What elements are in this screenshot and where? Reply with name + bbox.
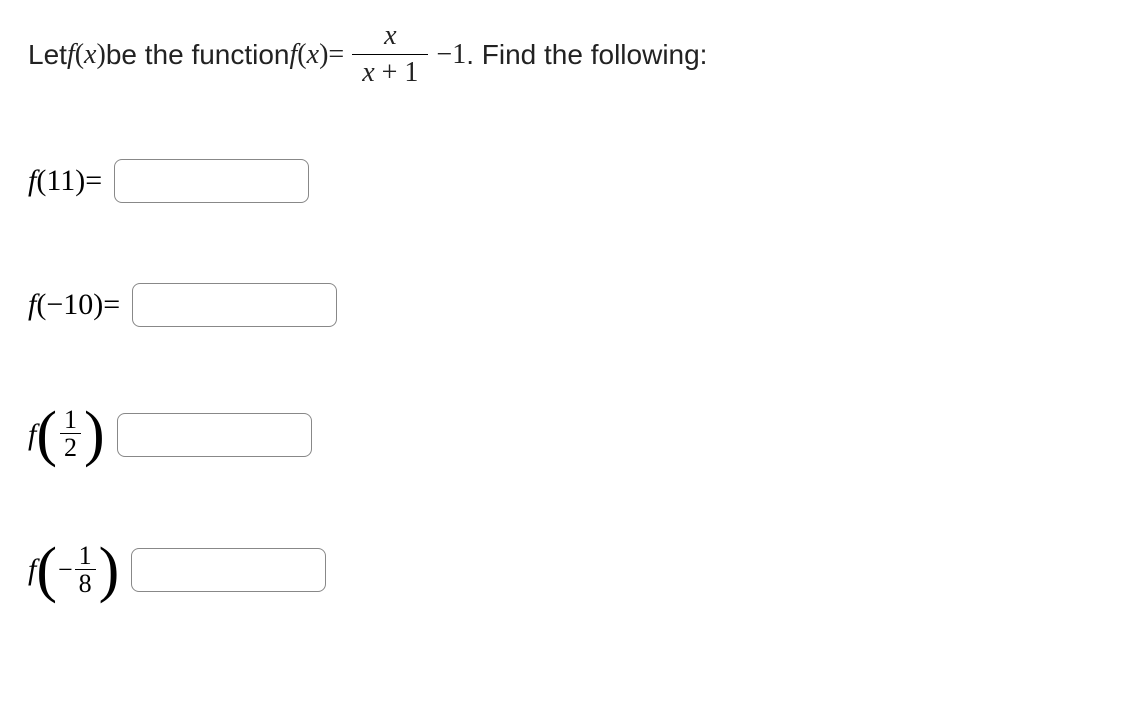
problem-statement: Let f(x) be the function f(x) = x x + 1 …	[28, 20, 1108, 89]
answer-input-2[interactable]	[132, 283, 337, 327]
intro-suffix: . Find the following:	[466, 39, 707, 71]
question-2-label: f( − 10) =	[28, 288, 120, 322]
question-4: f ( − 1 8 )	[28, 543, 1108, 599]
intro-prefix: Let	[28, 39, 67, 71]
minus-sign: −	[436, 39, 452, 71]
answer-input-1[interactable]	[114, 159, 309, 203]
one-constant: 1	[452, 39, 466, 71]
fraction-one-half: 1 2	[60, 407, 81, 463]
question-1-label: f(11) =	[28, 164, 102, 198]
fraction-definition: x x + 1	[352, 20, 428, 89]
intro-middle: be the function	[106, 39, 290, 71]
question-1: f(11) =	[28, 159, 1108, 203]
question-4-label: f ( − 1 8 )	[28, 543, 119, 599]
answer-input-4[interactable]	[131, 548, 326, 592]
question-2: f( − 10) =	[28, 283, 1108, 327]
question-3: f ( 1 2 )	[28, 407, 1108, 463]
answer-input-3[interactable]	[117, 413, 312, 457]
fx-expression-2: f(x)	[290, 38, 329, 71]
question-3-label: f ( 1 2 )	[28, 407, 105, 463]
equals-sign: =	[328, 39, 344, 71]
fx-expression-1: f(x)	[67, 38, 106, 71]
fraction-one-eighth: 1 8	[75, 543, 96, 599]
